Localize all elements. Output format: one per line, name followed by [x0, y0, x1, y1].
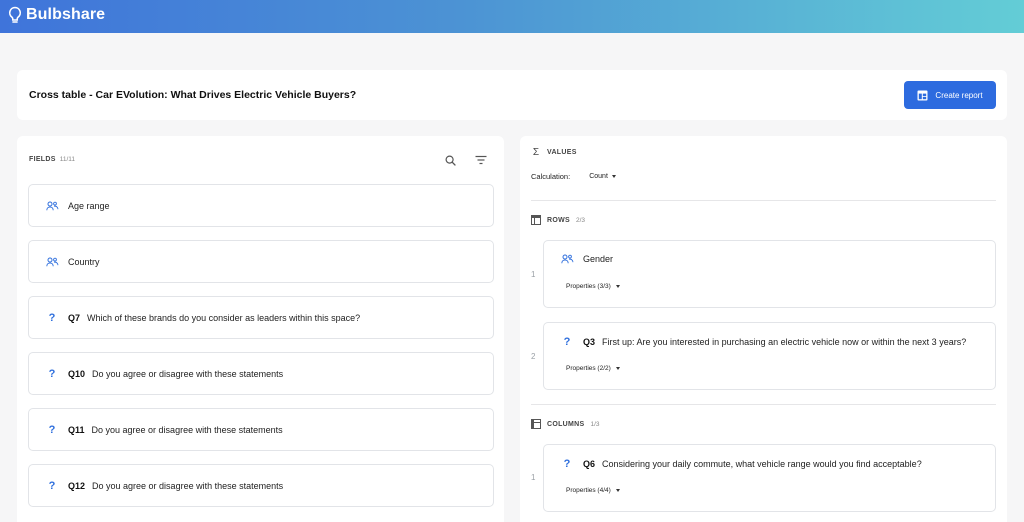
values-section-header: Σ VALUES [531, 146, 577, 158]
row-item[interactable]: Gender Properties (3/3) [543, 240, 996, 308]
question-icon: ? [48, 311, 56, 324]
question-code: Q10 [68, 368, 86, 379]
field-item[interactable]: ? Q12 Do you agree or disagree with thes… [28, 464, 494, 507]
field-text: Do you agree or disagree with these stat… [91, 424, 283, 435]
question-code: Q6 [583, 459, 596, 469]
column-index: 1 [531, 473, 536, 482]
properties-label: Properties (4/4) [566, 487, 611, 494]
create-report-label: Create report [935, 90, 983, 100]
column-item[interactable]: ? Q6 Considering your daily commute, wha… [543, 444, 996, 512]
fields-panel: FIELDS 11/11 Age range Country ? Q7 Whic… [17, 136, 504, 522]
properties-dropdown[interactable]: Properties (2/2) [566, 365, 620, 372]
fields-count: 11/11 [59, 156, 76, 163]
create-report-button[interactable]: Create report [904, 81, 996, 109]
properties-dropdown[interactable]: Properties (3/3) [566, 283, 620, 290]
field-text: Do you agree or disagree with these stat… [92, 480, 284, 491]
field-item[interactable]: Age range [28, 184, 494, 227]
row-item[interactable]: ? Q3 First up: Are you interested in pur… [543, 322, 996, 390]
question-code: Q3 [583, 337, 596, 347]
question-icon: ? [48, 367, 56, 380]
page-title: Cross table - Car EVolution: What Drives… [29, 89, 357, 101]
lightbulb-icon [8, 6, 22, 23]
field-text: Country [68, 256, 100, 267]
top-bar: Bulbshare [0, 0, 1024, 33]
field-text: Do you agree or disagree with these stat… [92, 368, 284, 379]
row-item-header: Gender [560, 254, 613, 264]
sigma-icon: Σ [532, 146, 540, 158]
field-item[interactable]: Country [28, 240, 494, 283]
brand-logo[interactable]: Bulbshare [8, 6, 105, 24]
row-index: 2 [531, 352, 536, 361]
configuration-panel: Σ VALUES Calculation: Count ROWS 2/3 1 G… [520, 136, 1007, 522]
properties-label: Properties (3/3) [566, 283, 611, 290]
field-text: Which of these brands do you consider as… [87, 312, 361, 323]
people-icon [560, 254, 574, 264]
chevron-down-icon [615, 367, 620, 370]
chevron-down-icon [611, 175, 616, 178]
row-item-text: First up: Are you interested in purchasi… [602, 337, 967, 347]
question-icon: ? [563, 458, 571, 470]
fields-header: FIELDS 11/11 [29, 156, 75, 163]
properties-label: Properties (2/2) [566, 365, 611, 372]
columns-section-header: COLUMNS 1/3 [531, 419, 600, 429]
question-code: Q7 [68, 312, 81, 323]
rows-section-header: ROWS 2/3 [531, 215, 585, 225]
people-icon [45, 257, 59, 267]
search-icon[interactable] [443, 153, 457, 167]
column-item-header: ? Q6 Considering your daily commute, wha… [560, 458, 922, 470]
columns-icon [531, 419, 541, 429]
calculation-row: Calculation: Count [531, 172, 616, 181]
question-icon: ? [48, 423, 56, 436]
columns-label: COLUMNS [547, 420, 585, 428]
page-header: Cross table - Car EVolution: What Drives… [17, 70, 1007, 120]
question-code: Q11 [68, 424, 85, 435]
people-icon [45, 201, 59, 211]
calculation-label: Calculation: [531, 172, 571, 181]
report-icon [917, 90, 928, 100]
question-icon: ? [563, 336, 571, 348]
columns-count: 1/3 [590, 420, 600, 428]
rows-icon [531, 215, 541, 225]
filter-icon[interactable] [474, 153, 488, 167]
row-item-header: ? Q3 First up: Are you interested in pur… [560, 336, 967, 348]
field-item[interactable]: ? Q11 Do you agree or disagree with thes… [28, 408, 494, 451]
properties-dropdown[interactable]: Properties (4/4) [566, 487, 620, 494]
values-label: VALUES [547, 148, 577, 156]
question-code: Q12 [68, 480, 86, 491]
row-index: 1 [531, 270, 536, 279]
question-icon: ? [48, 479, 56, 492]
calculation-value: Count [589, 173, 608, 180]
rows-count: 2/3 [575, 216, 586, 224]
divider [531, 404, 996, 405]
chevron-down-icon [615, 489, 620, 492]
rows-label: ROWS [547, 216, 570, 224]
calculation-select[interactable]: Count [589, 173, 616, 180]
chevron-down-icon [615, 285, 620, 288]
column-item-text: Considering your daily commute, what veh… [602, 459, 922, 469]
divider [531, 200, 996, 201]
brand-name: Bulbshare [26, 6, 106, 23]
field-item[interactable]: ? Q7 Which of these brands do you consid… [28, 296, 494, 339]
row-item-text: Gender [583, 254, 614, 264]
field-item[interactable]: ? Q10 Do you agree or disagree with thes… [28, 352, 494, 395]
fields-label: FIELDS [29, 156, 56, 163]
field-text: Age range [68, 200, 110, 211]
